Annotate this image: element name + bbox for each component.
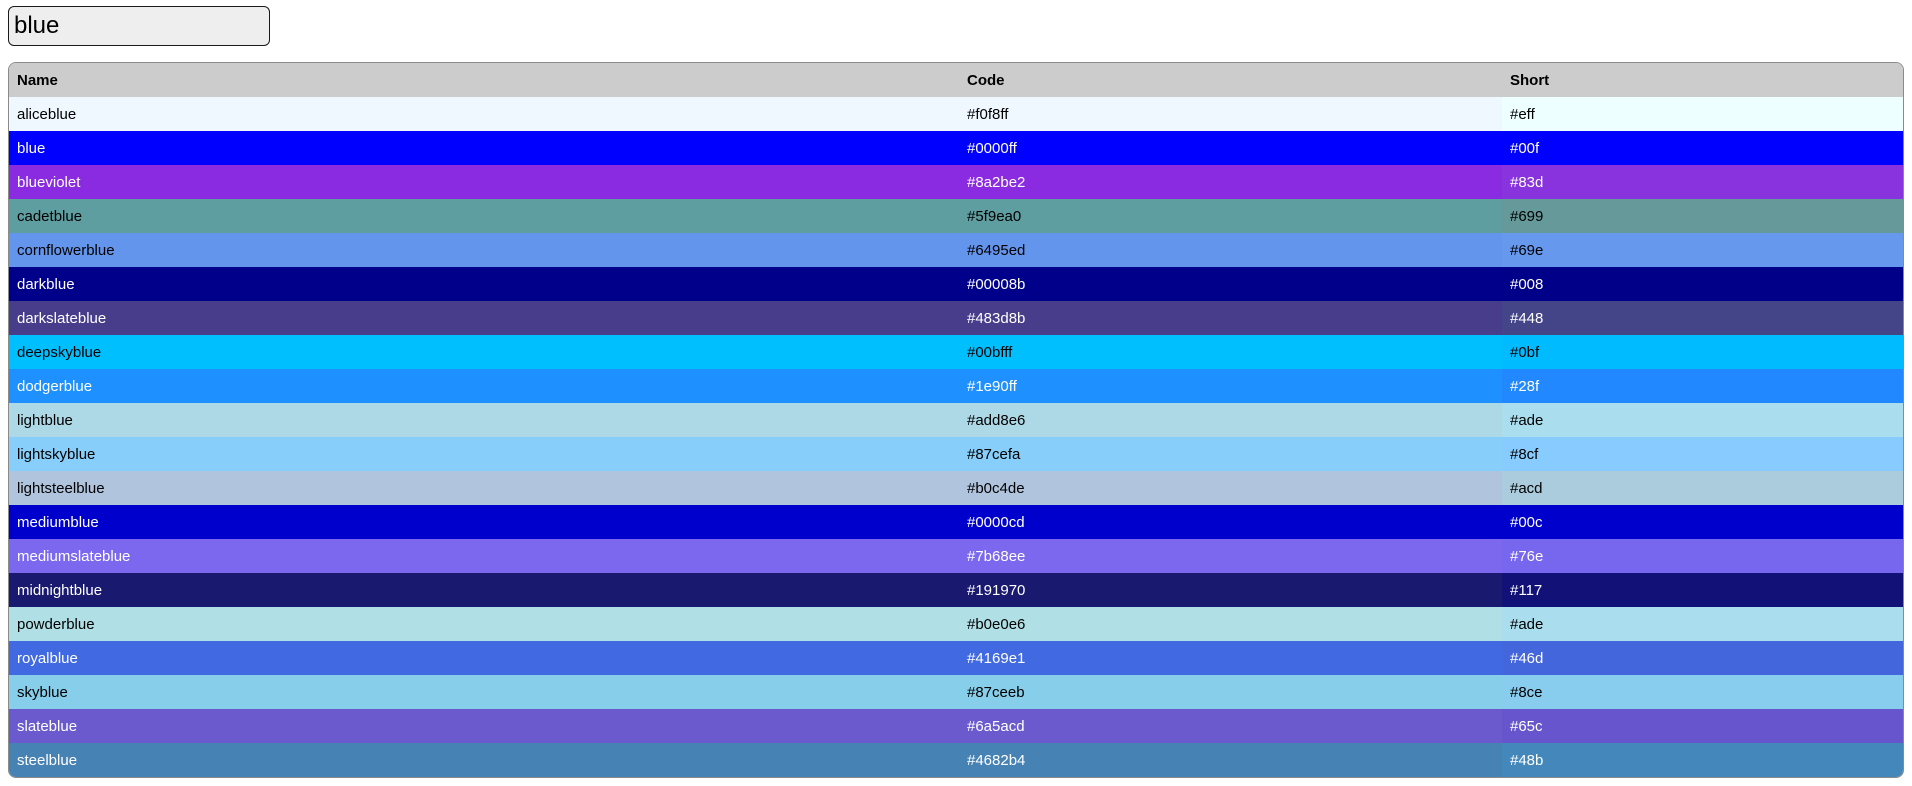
cell-short: #448 (1502, 301, 1903, 335)
cell-short: #eff (1502, 97, 1903, 131)
cell-short: #48b (1502, 743, 1903, 777)
table-row[interactable]: darkblue #00008b #008 (9, 267, 1903, 301)
cell-short: #117 (1502, 573, 1903, 607)
cell-name: darkslateblue (9, 301, 959, 335)
cell-code: #7b68ee (959, 539, 1502, 573)
color-table: Name Code Short aliceblue #f0f8ff #eff blue… (9, 63, 1903, 777)
cell-name: cadetblue (9, 199, 959, 233)
cell-name: deepskyblue (9, 335, 959, 369)
cell-code: #191970 (959, 573, 1502, 607)
cell-short: #69e (1502, 233, 1903, 267)
cell-name: mediumslateblue (9, 539, 959, 573)
cell-short: #65c (1502, 709, 1903, 743)
search-box[interactable] (8, 6, 270, 46)
cell-code: #87ceeb (959, 675, 1502, 709)
cell-name: lightblue (9, 403, 959, 437)
table-row[interactable]: aliceblue #f0f8ff #eff (9, 97, 1903, 131)
table-row[interactable]: mediumblue #0000cd #00c (9, 505, 1903, 539)
cell-code: #0000cd (959, 505, 1502, 539)
cell-name: aliceblue (9, 97, 959, 131)
cell-code: #483d8b (959, 301, 1502, 335)
cell-code: #4682b4 (959, 743, 1502, 777)
cell-name: skyblue (9, 675, 959, 709)
table-row[interactable]: deepskyblue #00bfff #0bf (9, 335, 1903, 369)
cell-code: #8a2be2 (959, 165, 1502, 199)
table-row[interactable]: powderblue #b0e0e6 #ade (9, 607, 1903, 641)
cell-name: mediumblue (9, 505, 959, 539)
column-header-code[interactable]: Code (959, 63, 1502, 97)
cell-name: blue (9, 131, 959, 165)
cell-name: lightsteelblue (9, 471, 959, 505)
cell-name: slateblue (9, 709, 959, 743)
cell-name: midnightblue (9, 573, 959, 607)
cell-name: steelblue (9, 743, 959, 777)
search-input[interactable] (14, 7, 269, 45)
table-body: aliceblue #f0f8ff #eff blue #0000ff #00f bluev… (9, 97, 1903, 777)
cell-short: #00f (1502, 131, 1903, 165)
table-row[interactable]: blue #0000ff #00f (9, 131, 1903, 165)
cell-name: darkblue (9, 267, 959, 301)
table-row[interactable]: slateblue #6a5acd #65c (9, 709, 1903, 743)
table-row[interactable]: lightsteelblue #b0c4de #acd (9, 471, 1903, 505)
cell-code: #add8e6 (959, 403, 1502, 437)
cell-code: #5f9ea0 (959, 199, 1502, 233)
cell-short: #ade (1502, 403, 1903, 437)
table-row[interactable]: lightskyblue #87cefa #8cf (9, 437, 1903, 471)
cell-name: blueviolet (9, 165, 959, 199)
cell-code: #6a5acd (959, 709, 1502, 743)
cell-code: #87cefa (959, 437, 1502, 471)
cell-code: #0000ff (959, 131, 1502, 165)
table-row[interactable]: dodgerblue #1e90ff #28f (9, 369, 1903, 403)
cell-code: #b0c4de (959, 471, 1502, 505)
table-row[interactable]: lightblue #add8e6 #ade (9, 403, 1903, 437)
table-row[interactable]: darkslateblue #483d8b #448 (9, 301, 1903, 335)
cell-code: #6495ed (959, 233, 1502, 267)
cell-code: #b0e0e6 (959, 607, 1502, 641)
cell-short: #76e (1502, 539, 1903, 573)
cell-code: #1e90ff (959, 369, 1502, 403)
table-row[interactable]: cornflowerblue #6495ed #69e (9, 233, 1903, 267)
cell-code: #00bfff (959, 335, 1502, 369)
cell-short: #46d (1502, 641, 1903, 675)
column-header-short[interactable]: Short (1502, 63, 1903, 97)
cell-name: dodgerblue (9, 369, 959, 403)
table-row[interactable]: steelblue #4682b4 #48b (9, 743, 1903, 777)
cell-name: powderblue (9, 607, 959, 641)
cell-short: #acd (1502, 471, 1903, 505)
color-table-container: Name Code Short aliceblue #f0f8ff #eff blue… (8, 62, 1904, 778)
cell-code: #4169e1 (959, 641, 1502, 675)
cell-name: cornflowerblue (9, 233, 959, 267)
cell-short: #008 (1502, 267, 1903, 301)
table-header-row: Name Code Short (9, 63, 1903, 97)
cell-short: #00c (1502, 505, 1903, 539)
table-row[interactable]: mediumslateblue #7b68ee #76e (9, 539, 1903, 573)
cell-short: #0bf (1502, 335, 1903, 369)
cell-name: lightskyblue (9, 437, 959, 471)
cell-short: #699 (1502, 199, 1903, 233)
cell-short: #83d (1502, 165, 1903, 199)
cell-code: #00008b (959, 267, 1502, 301)
table-row[interactable]: skyblue #87ceeb #8ce (9, 675, 1903, 709)
table-row[interactable]: midnightblue #191970 #117 (9, 573, 1903, 607)
table-row[interactable]: royalblue #4169e1 #46d (9, 641, 1903, 675)
cell-short: #8ce (1502, 675, 1903, 709)
column-header-name[interactable]: Name (9, 63, 959, 97)
cell-short: #ade (1502, 607, 1903, 641)
cell-code: #f0f8ff (959, 97, 1502, 131)
cell-short: #8cf (1502, 437, 1903, 471)
table-row[interactable]: cadetblue #5f9ea0 #699 (9, 199, 1903, 233)
cell-short: #28f (1502, 369, 1903, 403)
cell-name: royalblue (9, 641, 959, 675)
table-row[interactable]: blueviolet #8a2be2 #83d (9, 165, 1903, 199)
